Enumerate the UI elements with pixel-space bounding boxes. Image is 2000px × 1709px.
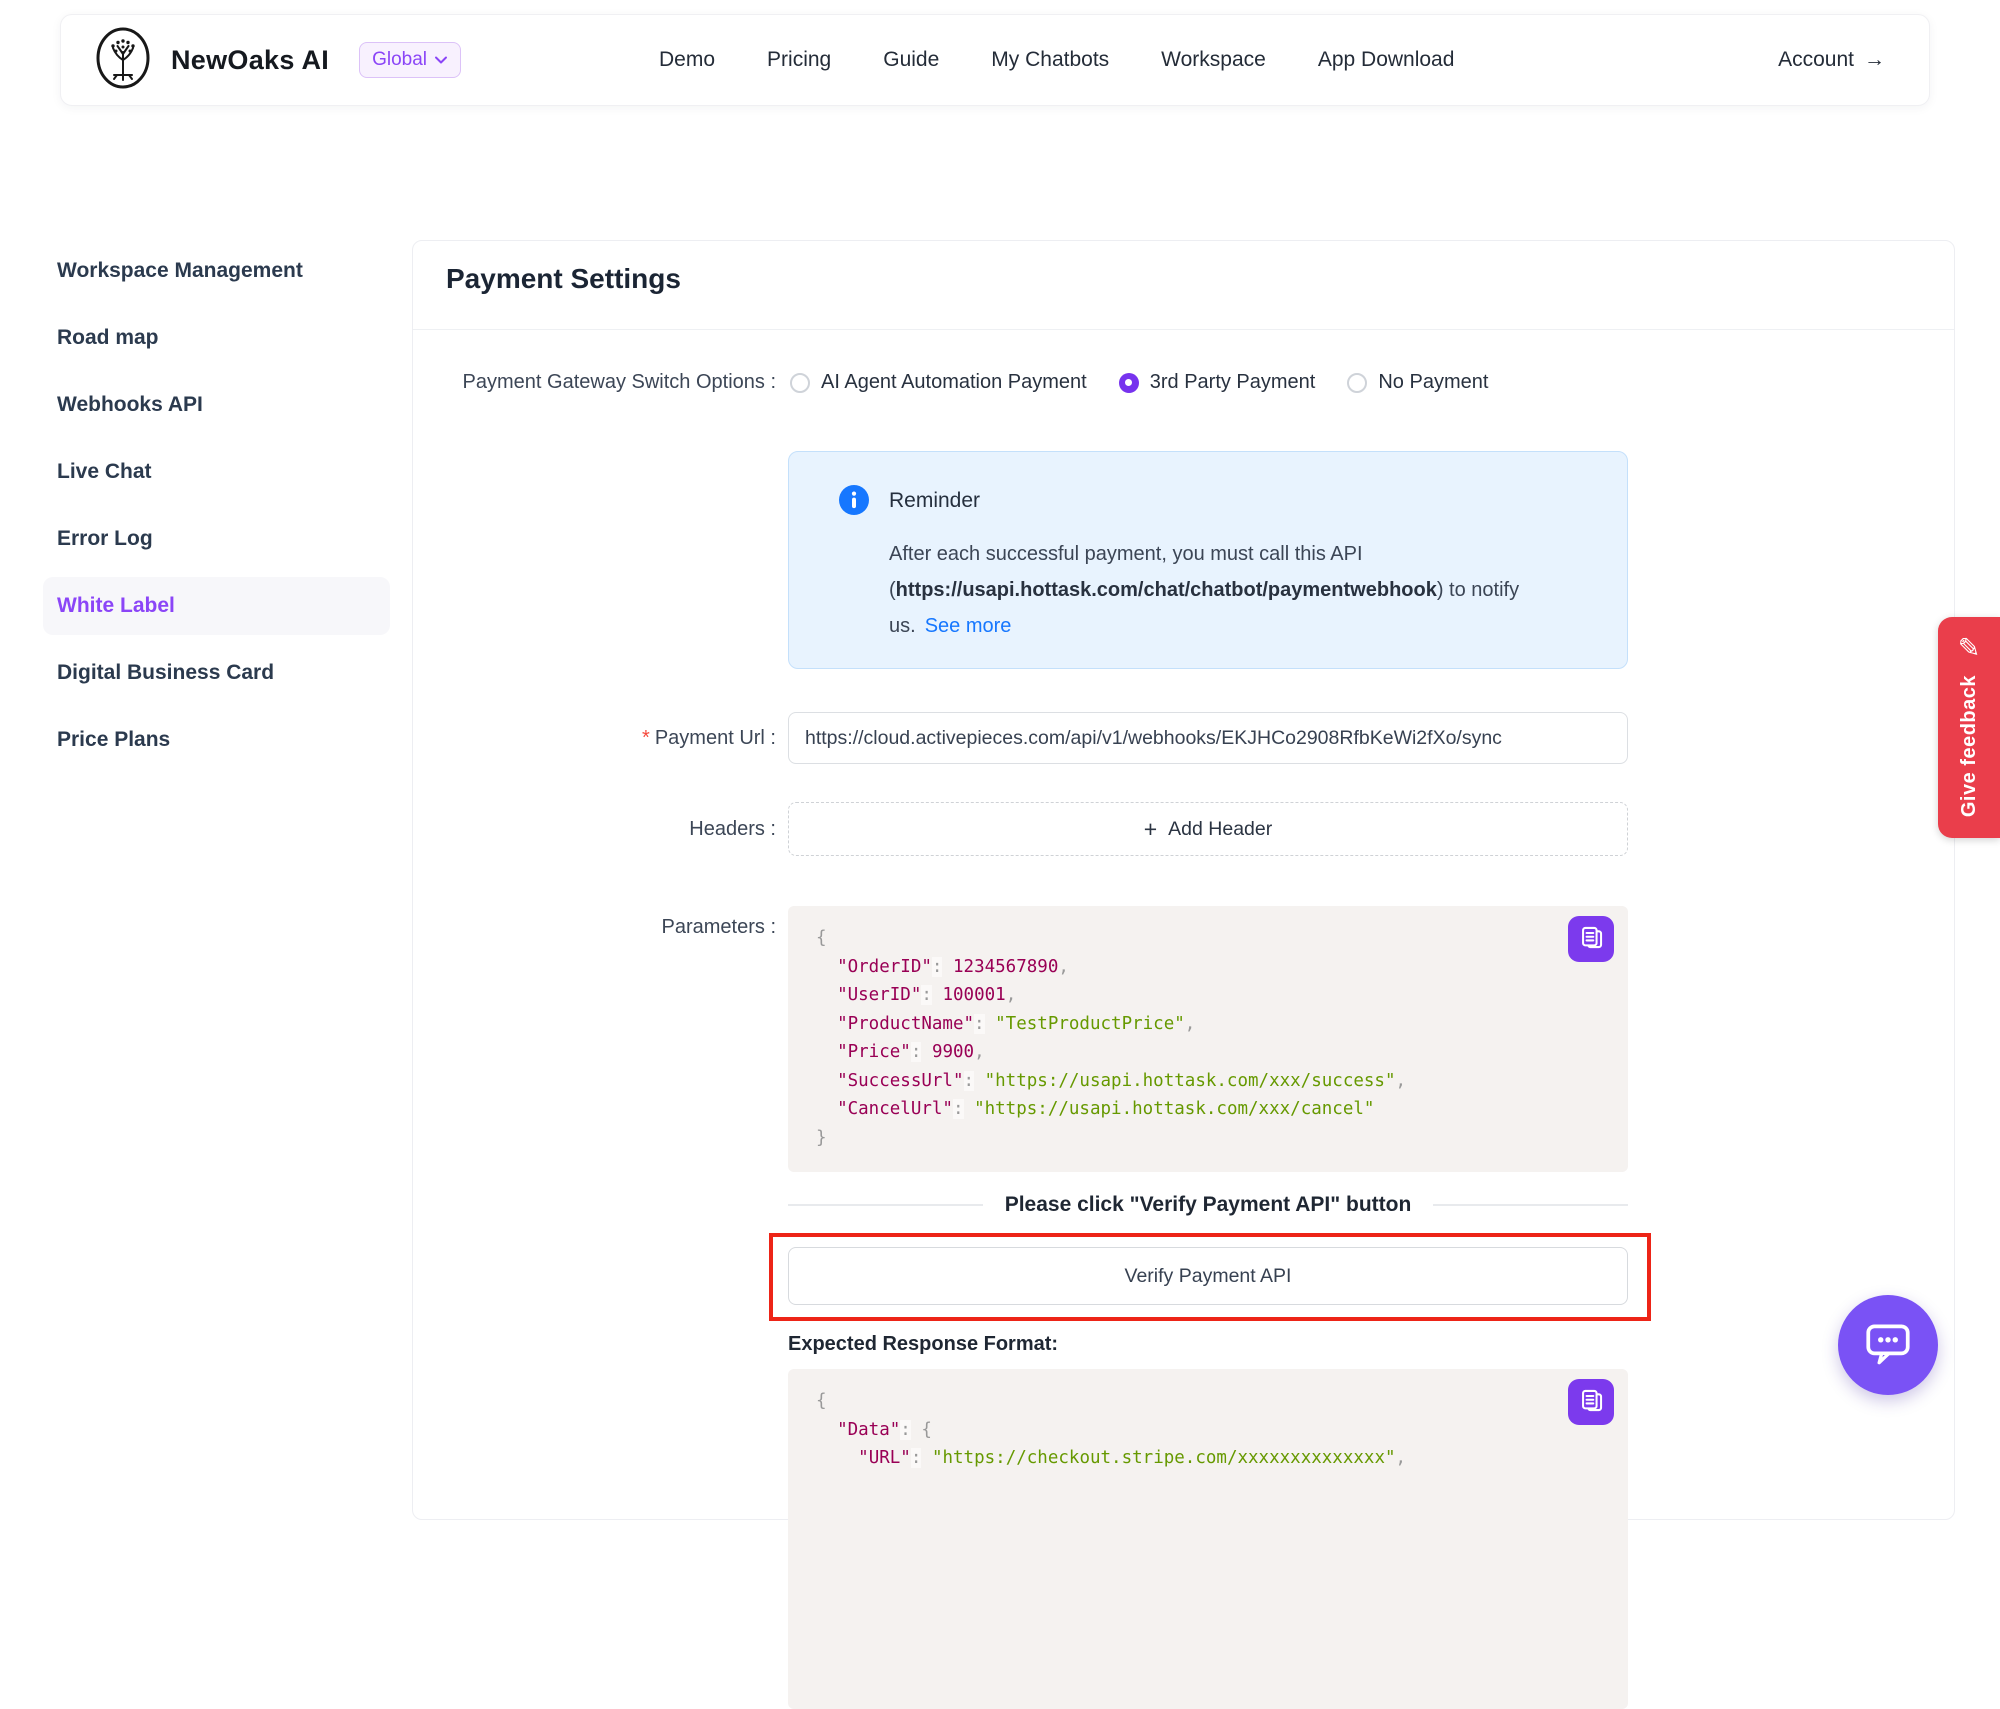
nav-item-guide[interactable]: Guide xyxy=(883,48,939,72)
radio-circle-icon xyxy=(1347,373,1367,393)
top-navigation-bar: NewOaks AI Global Demo Pricing Guide My … xyxy=(60,14,1930,106)
required-asterisk: * xyxy=(642,727,650,750)
reminder-body: After each successful payment, you must … xyxy=(889,536,1595,644)
reminder-title: Reminder xyxy=(889,489,980,513)
brand-name: NewOaks AI xyxy=(171,45,329,76)
account-link[interactable]: Account → xyxy=(1778,48,1885,72)
payment-settings-panel: Payment Settings Payment Gateway Switch … xyxy=(412,240,1955,1520)
nav-item-my-chatbots[interactable]: My Chatbots xyxy=(991,48,1109,72)
divider-line xyxy=(1433,1204,1628,1206)
nav-item-workspace[interactable]: Workspace xyxy=(1161,48,1266,72)
verify-payment-api-button[interactable]: Verify Payment API xyxy=(788,1247,1628,1305)
account-label: Account xyxy=(1778,48,1854,72)
plus-icon: + xyxy=(1144,816,1157,843)
copy-parameters-button[interactable] xyxy=(1568,916,1614,962)
brand-logo-link[interactable]: NewOaks AI xyxy=(91,26,329,95)
give-feedback-tab[interactable]: ✎ Give feedback xyxy=(1938,617,2000,838)
parameters-row: Parameters : { "OrderID": 1234567890, "U… xyxy=(413,906,1954,1172)
sidebar-item-error-log[interactable]: Error Log xyxy=(43,510,390,568)
copy-pages-icon xyxy=(1578,1387,1605,1417)
expected-response-code: { "Data": { "URL": "https://checkout.str… xyxy=(816,1387,1600,1473)
add-header-button[interactable]: + Add Header xyxy=(788,802,1628,856)
region-selector[interactable]: Global xyxy=(359,42,461,78)
nav-item-pricing[interactable]: Pricing xyxy=(767,48,831,72)
headers-label: Headers : xyxy=(413,818,776,841)
nav-item-app-download[interactable]: App Download xyxy=(1318,48,1455,72)
info-icon xyxy=(839,485,869,520)
sidebar-item-workspace-management[interactable]: Workspace Management xyxy=(43,242,390,300)
headers-row: Headers : + Add Header xyxy=(413,802,1954,856)
title-divider xyxy=(413,329,1954,330)
gateway-switch-row: Payment Gateway Switch Options : AI Agen… xyxy=(413,371,1954,394)
chevron-down-icon xyxy=(434,49,448,71)
oak-tree-icon xyxy=(91,26,155,95)
payment-url-input[interactable] xyxy=(788,712,1628,764)
gateway-switch-label: Payment Gateway Switch Options : xyxy=(413,371,776,394)
chat-widget-button[interactable] xyxy=(1838,1295,1938,1395)
page-title: Payment Settings xyxy=(446,263,681,295)
region-label: Global xyxy=(372,49,427,71)
reminder-api-url: https://usapi.hottask.com/chat/chatbot/p… xyxy=(896,579,1437,601)
parameters-label: Parameters : xyxy=(413,906,776,939)
verify-hint-divider: Please click "Verify Payment API" button xyxy=(788,1193,1628,1217)
sidebar-item-digital-business-card[interactable]: Digital Business Card xyxy=(43,644,390,702)
give-feedback-label: Give feedback xyxy=(1958,675,1981,817)
radio-selected-icon xyxy=(1119,373,1139,393)
chat-bubble-icon xyxy=(1861,1317,1915,1374)
sidebar-item-price-plans[interactable]: Price Plans xyxy=(43,711,390,769)
radio-3rd-party-payment[interactable]: 3rd Party Payment xyxy=(1119,371,1316,394)
arrow-right-icon: → xyxy=(1864,48,1885,72)
pencil-icon: ✎ xyxy=(1958,633,1981,663)
parameters-code: { "OrderID": 1234567890, "UserID": 10000… xyxy=(816,924,1600,1152)
sidebar-item-white-label[interactable]: White Label xyxy=(43,577,390,635)
see-more-link[interactable]: See more xyxy=(925,615,1012,637)
radio-ai-agent-automation-payment[interactable]: AI Agent Automation Payment xyxy=(790,371,1087,394)
nav-item-demo[interactable]: Demo xyxy=(659,48,715,72)
expected-response-label: Expected Response Format: xyxy=(788,1333,1058,1356)
divider-line xyxy=(788,1204,983,1206)
copy-response-button[interactable] xyxy=(1568,1379,1614,1425)
radio-circle-icon xyxy=(790,373,810,393)
sidebar-item-road-map[interactable]: Road map xyxy=(43,309,390,367)
payment-url-label: * Payment Url : xyxy=(413,727,776,750)
gateway-radio-group: AI Agent Automation Payment 3rd Party Pa… xyxy=(790,371,1488,394)
main-nav: Demo Pricing Guide My Chatbots Workspace… xyxy=(659,48,1454,72)
radio-no-payment[interactable]: No Payment xyxy=(1347,371,1488,394)
add-header-label: Add Header xyxy=(1168,818,1272,841)
copy-pages-icon xyxy=(1578,924,1605,954)
parameters-code-block: { "OrderID": 1234567890, "UserID": 10000… xyxy=(788,906,1628,1172)
verify-hint-text: Please click "Verify Payment API" button xyxy=(1005,1193,1412,1217)
reminder-alert: Reminder After each successful payment, … xyxy=(788,451,1628,669)
settings-sidebar: Workspace Management Road map Webhooks A… xyxy=(43,242,390,778)
expected-response-code-block: { "Data": { "URL": "https://checkout.str… xyxy=(788,1369,1628,1709)
payment-url-row: * Payment Url : xyxy=(413,712,1954,764)
sidebar-item-live-chat[interactable]: Live Chat xyxy=(43,443,390,501)
sidebar-item-webhooks-api[interactable]: Webhooks API xyxy=(43,376,390,434)
